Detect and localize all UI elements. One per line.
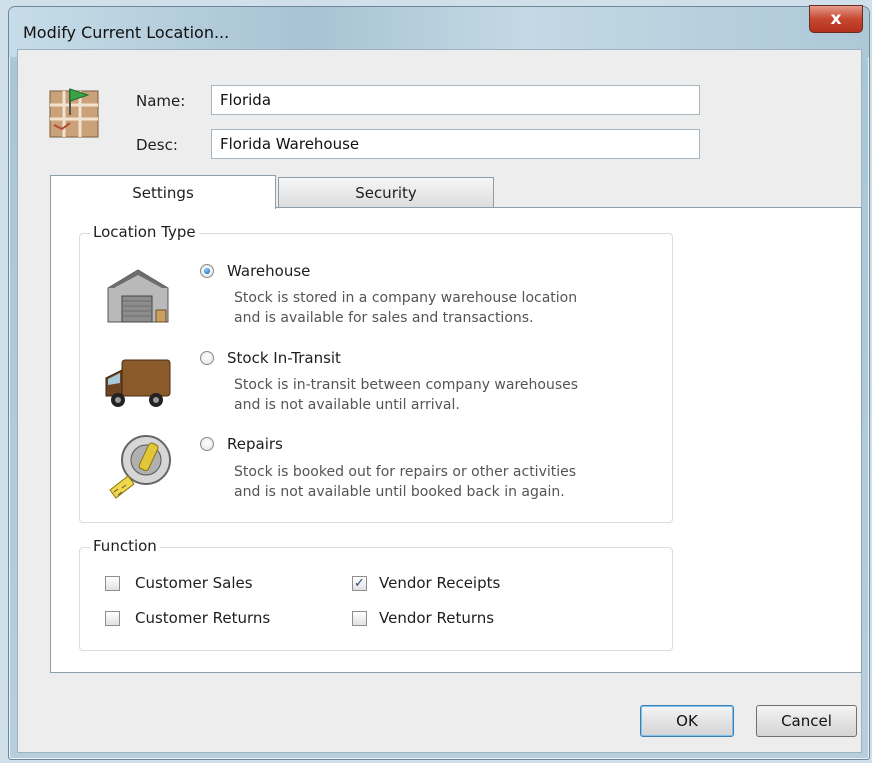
checkmark-icon: ✓: [354, 576, 365, 591]
repairs-option-label: Repairs: [227, 435, 283, 453]
tape-measure-icon: [109, 435, 171, 499]
cancel-button[interactable]: Cancel: [756, 705, 857, 737]
location-type-group: Location Type Warehouse Stock is stored …: [79, 223, 673, 523]
delivery-truck-icon: [105, 359, 171, 407]
stock-in-transit-radio[interactable]: [200, 351, 214, 365]
warehouse-desc-line2: and is available for sales and transacti…: [234, 310, 534, 326]
ok-button[interactable]: OK: [640, 705, 734, 737]
vendor-returns-label: Vendor Returns: [379, 609, 495, 627]
location-type-legend: Location Type: [90, 223, 199, 241]
tab-security[interactable]: Security: [278, 177, 494, 208]
function-legend: Function: [90, 537, 160, 555]
close-button[interactable]: x: [809, 5, 863, 33]
repairs-desc-line2: and is not available until booked back i…: [234, 484, 565, 500]
dialog-body: Name: Desc: Settings Security Location T…: [17, 49, 862, 753]
stock-in-transit-desc-line1: Stock is in-transit between company ware…: [234, 377, 579, 393]
customer-returns-label: Customer Returns: [135, 609, 271, 627]
vendor-receipts-checkbox[interactable]: ✓: [352, 576, 367, 591]
dialog-title: Modify Current Location...: [23, 23, 230, 42]
warehouse-icon: [107, 269, 169, 323]
repairs-desc-line1: Stock is booked out for repairs or other…: [234, 464, 577, 480]
desc-field[interactable]: [211, 129, 700, 159]
vendor-receipts-label: Vendor Receipts: [379, 574, 501, 592]
tab-settings[interactable]: Settings: [50, 175, 276, 209]
close-icon: x: [830, 8, 842, 29]
warehouse-option-label: Warehouse: [227, 262, 311, 280]
desc-label: Desc:: [136, 136, 178, 154]
settings-panel: Location Type Warehouse Stock is stored …: [50, 207, 862, 673]
stock-in-transit-option-label: Stock In-Transit: [227, 349, 341, 367]
customer-returns-checkbox[interactable]: [105, 611, 120, 626]
function-group: Function Customer Sales ✓ Vendor Receipt…: [79, 537, 673, 651]
customer-sales-label: Customer Sales: [135, 574, 253, 592]
name-label: Name:: [136, 92, 186, 110]
stock-in-transit-desc-line2: and is not available until arrival.: [234, 397, 460, 413]
tab-security-label: Security: [355, 184, 417, 202]
warehouse-desc-line1: Stock is stored in a company warehouse l…: [234, 290, 578, 306]
repairs-radio[interactable]: [200, 437, 214, 451]
warehouse-radio[interactable]: [200, 264, 214, 278]
customer-sales-checkbox[interactable]: [105, 576, 120, 591]
vendor-returns-checkbox[interactable]: [352, 611, 367, 626]
map-location-flag-icon: [49, 88, 99, 138]
name-field[interactable]: [211, 85, 700, 115]
tab-settings-label: Settings: [132, 183, 194, 202]
dialog-window: Modify Current Location... x Name: Desc:…: [8, 5, 870, 760]
